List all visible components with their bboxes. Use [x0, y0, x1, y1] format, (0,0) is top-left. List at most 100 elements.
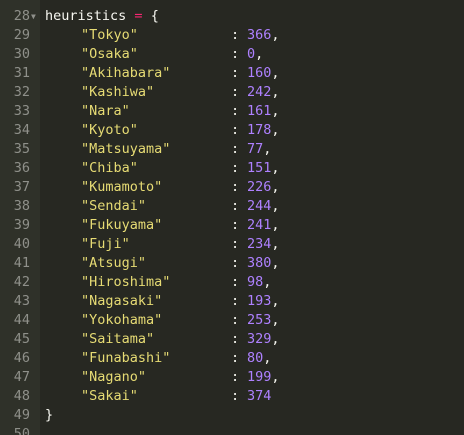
dict-value: 193, — [247, 293, 280, 309]
dict-value: 253, — [247, 312, 280, 328]
dict-value: 366, — [247, 27, 280, 43]
open-brace: { — [150, 8, 159, 24]
dict-key: "Kashiwa" — [81, 84, 155, 100]
line-number: 48 — [13, 388, 30, 404]
line-number: 31 — [13, 65, 30, 81]
code-line: 47 "Nagano":199, — [0, 368, 464, 387]
line-number: 37 — [13, 179, 30, 195]
dict-key: "Funabashi" — [81, 350, 171, 366]
code-line: 32 "Kashiwa":242, — [0, 83, 464, 102]
dict-value: 329, — [247, 331, 280, 347]
dict-value: 242, — [247, 84, 280, 100]
dict-value: 151, — [247, 160, 280, 176]
line-number: 38 — [13, 198, 30, 214]
line-number: 40 — [13, 236, 30, 252]
line-number: 34 — [13, 122, 30, 138]
line-number: 35 — [13, 141, 30, 157]
line-number: 42 — [13, 274, 30, 290]
key-colon: : — [231, 388, 240, 404]
line-number: 32 — [13, 84, 30, 100]
dict-value: 374 — [247, 388, 272, 404]
key-colon: : — [231, 103, 240, 119]
code-line: 48 "Sakai":374 — [0, 387, 464, 406]
dict-value: 226, — [247, 179, 280, 195]
dict-value: 77, — [247, 141, 272, 157]
fold-arrow-icon[interactable]: ▼ — [31, 7, 36, 26]
code-line: 41 "Atsugi":380, — [0, 254, 464, 273]
key-colon: : — [231, 198, 240, 214]
key-colon: : — [231, 84, 240, 100]
dict-key: "Chiba" — [81, 160, 138, 176]
line-number: 29 — [13, 27, 30, 43]
code-editor[interactable]: 28 ▼ heuristics = {29 "Tokyo":366, 30 "Osaka"… — [0, 0, 464, 435]
key-colon: : — [231, 331, 240, 347]
key-colon: : — [231, 236, 240, 252]
dict-value: 199, — [247, 369, 280, 385]
close-brace: } — [45, 407, 54, 423]
dict-key: "Nagasaki" — [81, 293, 163, 309]
dict-key: "Osaka" — [81, 46, 138, 62]
code-line: 49} — [0, 406, 464, 425]
key-colon: : — [231, 255, 240, 271]
line-number: 30 — [13, 46, 30, 62]
dict-key: "Akihabara" — [81, 65, 171, 81]
line-number: 39 — [13, 217, 30, 233]
dict-key: "Fukuyama" — [81, 217, 163, 233]
code-line: 46 "Funabashi":80, — [0, 349, 464, 368]
key-colon: : — [231, 312, 240, 328]
key-colon: : — [231, 65, 240, 81]
code-line: 30 "Osaka":0, — [0, 45, 464, 64]
line-number: 46 — [13, 350, 30, 366]
code-line: 35 "Matsuyama":77, — [0, 140, 464, 159]
dict-value: 380, — [247, 255, 280, 271]
dict-value: 160, — [247, 65, 280, 81]
dict-key: "Sendai" — [81, 198, 147, 214]
key-colon: : — [231, 369, 240, 385]
dict-key: "Nagano" — [81, 369, 147, 385]
code-line: 37 "Kumamoto":226, — [0, 178, 464, 197]
dict-value: 161, — [247, 103, 280, 119]
key-colon: : — [231, 179, 240, 195]
dict-value: 234, — [247, 236, 280, 252]
dict-key: "Nara" — [81, 103, 130, 119]
dict-value: 244, — [247, 198, 280, 214]
line-number: 49 — [13, 407, 30, 423]
code-line: 50 — [0, 425, 464, 435]
line-number: 47 — [13, 369, 30, 385]
code-line: 36 "Chiba":151, — [0, 159, 464, 178]
key-colon: : — [231, 46, 240, 62]
dict-key: "Fuji" — [81, 236, 130, 252]
line-number: 50 — [13, 426, 30, 435]
code-line: 42 "Hiroshima":98, — [0, 273, 464, 292]
dict-value: 98, — [247, 274, 272, 290]
line-number: 44 — [13, 312, 30, 328]
key-colon: : — [231, 160, 240, 176]
dict-key: "Kyoto" — [81, 122, 138, 138]
key-colon: : — [231, 141, 240, 157]
code-line: 44 "Yokohama":253, — [0, 311, 464, 330]
line-number: 33 — [13, 103, 30, 119]
dict-key: "Atsugi" — [81, 255, 147, 271]
dict-value: 178, — [247, 122, 280, 138]
line-number: 45 — [13, 331, 30, 347]
code-line: 39 "Fukuyama":241, — [0, 216, 464, 235]
dict-declaration: heuristics = { — [45, 7, 159, 26]
code-line: 40 "Fuji":234, — [0, 235, 464, 254]
key-colon: : — [231, 122, 240, 138]
dict-value: 80, — [247, 350, 272, 366]
line-number: 43 — [13, 293, 30, 309]
line-number: 28 — [13, 8, 30, 24]
dict-key: "Saitama" — [81, 331, 155, 347]
key-colon: : — [231, 27, 240, 43]
code-line: 45 "Saitama":329, — [0, 330, 464, 349]
code-line: 29 "Tokyo":366, — [0, 26, 464, 45]
code-line: 33 "Nara":161, — [0, 102, 464, 121]
code-line: 31 "Akihabara":160, — [0, 64, 464, 83]
code-line: 28 ▼ heuristics = { — [0, 7, 464, 26]
dict-key: "Kumamoto" — [81, 179, 163, 195]
key-colon: : — [231, 350, 240, 366]
code-line: 34 "Kyoto":178, — [0, 121, 464, 140]
dict-key: "Sakai" — [81, 388, 138, 404]
code-line: 38 "Sendai":244, — [0, 197, 464, 216]
key-colon: : — [231, 274, 240, 290]
